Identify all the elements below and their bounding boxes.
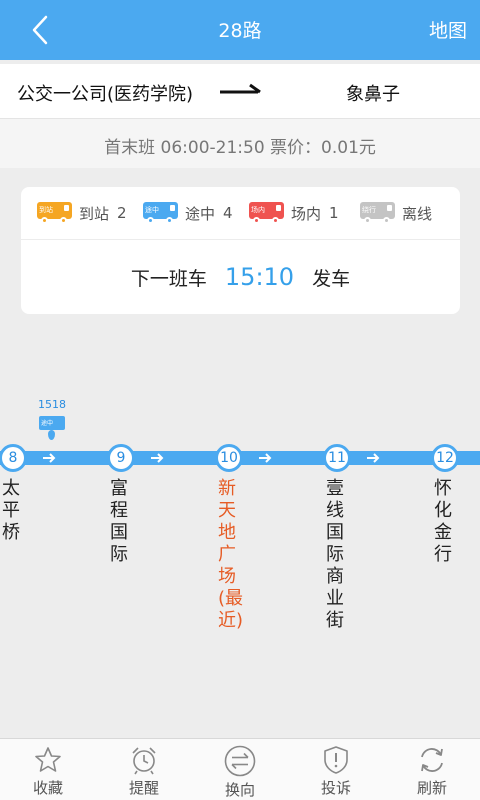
refresh-button[interactable]: 刷新 bbox=[402, 745, 462, 800]
bus-status-legend: 到站 到站 2 途中 途中 4 场内 场内 1 绕行 离线 bbox=[21, 187, 460, 240]
complaint-button[interactable]: 投诉 bbox=[306, 745, 366, 800]
bus-offline-icon: 绕行 bbox=[360, 202, 395, 224]
legend-en-route: 途中 途中 4 bbox=[143, 202, 233, 224]
station-number[interactable]: 8 bbox=[0, 444, 27, 472]
back-button[interactable] bbox=[26, 14, 56, 46]
next-bus-time: 15:10 bbox=[224, 263, 295, 291]
tab-label: 投诉 bbox=[320, 779, 351, 797]
next-bus-row: 下一班车 15:10 发车 bbox=[21, 263, 460, 291]
bus-plate-number: 1518 bbox=[38, 398, 66, 411]
swap-direction-icon bbox=[224, 745, 256, 777]
legend-offline: 绕行 离线 bbox=[360, 202, 432, 224]
route-direction-row: 公交一公司(医药学院) 象鼻子 bbox=[0, 64, 480, 118]
legend-arrived: 到站 到站 2 bbox=[37, 202, 127, 224]
complaint-shield-icon bbox=[324, 746, 348, 774]
arrow-right-icon bbox=[43, 453, 56, 463]
station-number[interactable]: 10 bbox=[215, 444, 243, 472]
arrow-right-icon bbox=[151, 453, 164, 463]
route-destination: 象鼻子 bbox=[346, 84, 400, 105]
alarm-clock-icon bbox=[132, 747, 156, 775]
legend-label: 场内 bbox=[291, 204, 322, 223]
chevron-left-icon bbox=[32, 15, 48, 45]
station-name[interactable]: 新天地广场(最近) bbox=[218, 478, 243, 632]
bus-icon: 途中 bbox=[39, 416, 65, 430]
legend-label: 离线 bbox=[402, 204, 433, 223]
legend-label: 到站 bbox=[79, 204, 110, 223]
station-number[interactable]: 12 bbox=[431, 444, 459, 472]
bus-status-card: 到站 到站 2 途中 途中 4 场内 场内 1 绕行 离线 下一班车 15:10… bbox=[21, 187, 460, 314]
next-bus-prefix: 下一班车 bbox=[130, 268, 207, 290]
bottom-toolbar: 收藏 提醒 换向 投诉 刷新 bbox=[0, 738, 480, 800]
station-name[interactable]: 太平桥 bbox=[2, 478, 24, 544]
location-pin-icon bbox=[48, 430, 55, 440]
direction-arrow-icon bbox=[220, 83, 261, 94]
arrow-right-icon bbox=[259, 453, 272, 463]
tab-label: 提醒 bbox=[128, 779, 159, 797]
swap-direction-button[interactable]: 换向 bbox=[210, 745, 270, 800]
map-button[interactable]: 地图 bbox=[429, 16, 467, 43]
route-origin: 公交一公司(医药学院) bbox=[17, 84, 194, 105]
refresh-icon bbox=[421, 748, 443, 772]
reminder-button[interactable]: 提醒 bbox=[114, 745, 174, 800]
station-number[interactable]: 9 bbox=[107, 444, 135, 472]
bus-arrived-icon: 到站 bbox=[37, 202, 72, 224]
legend-label: 途中 bbox=[185, 204, 216, 223]
favorite-button[interactable]: 收藏 bbox=[18, 745, 78, 800]
next-bus-suffix: 发车 bbox=[312, 268, 351, 290]
bus-en-route-icon: 途中 bbox=[143, 202, 178, 224]
bus-in-depot-icon: 场内 bbox=[249, 202, 284, 224]
bus-position-marker[interactable]: 1518 途中 bbox=[34, 398, 70, 442]
schedule-fare-text: 首末班 06:00-21:50 票价：0.01元 bbox=[104, 138, 376, 158]
station-number[interactable]: 11 bbox=[323, 444, 351, 472]
schedule-fare-row: 首末班 06:00-21:50 票价：0.01元 bbox=[0, 118, 480, 168]
page-title: 28路 bbox=[218, 20, 262, 42]
tab-label: 刷新 bbox=[416, 779, 447, 797]
station-name[interactable]: 壹线国际商业街 bbox=[326, 478, 348, 632]
tab-label: 换向 bbox=[224, 781, 255, 799]
station-name[interactable]: 富程国际 bbox=[110, 478, 132, 566]
legend-count: 1 bbox=[329, 204, 339, 222]
arrow-right-icon bbox=[367, 453, 380, 463]
tab-label: 收藏 bbox=[32, 779, 63, 797]
legend-count: 2 bbox=[117, 204, 127, 222]
legend-in-depot: 场内 场内 1 bbox=[249, 202, 339, 224]
station-name[interactable]: 怀化金行 bbox=[434, 478, 456, 566]
top-bar: 28路 地图 bbox=[0, 0, 480, 60]
legend-count: 4 bbox=[223, 204, 233, 222]
star-icon bbox=[35, 747, 61, 772]
